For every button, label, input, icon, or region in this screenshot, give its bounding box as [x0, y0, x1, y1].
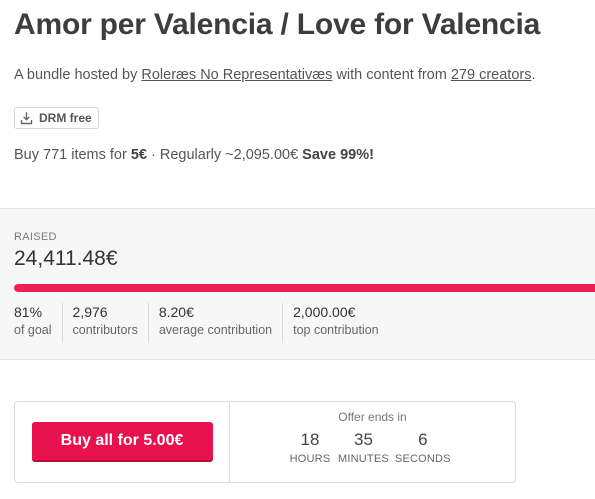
subtitle-prefix: A bundle hosted by	[14, 67, 142, 83]
pricing-line: Buy 771 items for 5€ · Regularly ~2,095.…	[14, 147, 374, 163]
stat-value: 2,000.00€	[293, 304, 356, 320]
creators-link[interactable]: 279 creators	[451, 67, 532, 83]
stat-average: 8.20€ average contribution	[147, 303, 282, 343]
buy-button-container: Buy all for 5.00€	[15, 402, 230, 482]
drm-free-badge: DRM free	[14, 107, 99, 129]
countdown-value: 18	[300, 430, 320, 449]
regular-price: · Regularly ~2,095.00€	[147, 147, 303, 163]
stat-label: top contribution	[293, 323, 379, 337]
countdown-unit: MINUTES	[338, 453, 389, 465]
countdown-seconds: 6 SECONDS	[395, 430, 451, 468]
countdown-hours: 18 HOURS	[288, 430, 332, 468]
stat-label: of goal	[14, 323, 52, 337]
drm-free-label: DRM free	[39, 111, 92, 125]
stat-top: 2,000.00€ top contribution	[282, 303, 388, 343]
bundle-title: Amor per Valencia / Love for Valencia	[14, 8, 541, 41]
progress-bar	[14, 284, 595, 292]
stat-label: contributors	[72, 323, 138, 337]
bundle-subtitle: A bundle hosted by Roleræs No Representa…	[14, 67, 536, 83]
subtitle-suffix: .	[531, 67, 536, 83]
progress-bar-fill	[14, 284, 595, 292]
stat-contributors: 2,976 contributors	[61, 303, 148, 343]
offer-countdown: Offer ends in 18 HOURS 35 MINUTES 6 SECO…	[230, 402, 515, 482]
savings-text: Save 99%!	[302, 147, 374, 163]
stat-value: 81%	[14, 304, 43, 320]
bundle-price: 5€	[130, 147, 147, 163]
countdown-value: 6	[418, 430, 428, 449]
fundraising-panel: RAISED 24,411.48€ 81% of goal 2,976 cont…	[0, 208, 595, 360]
purchase-box: Buy all for 5.00€ Offer ends in 18 HOURS…	[14, 401, 516, 483]
download-icon	[20, 111, 33, 125]
buy-all-button[interactable]: Buy all for 5.00€	[31, 422, 213, 462]
host-link[interactable]: Roleræs No Representativæs	[141, 67, 332, 83]
subtitle-middle: with content from	[332, 67, 451, 83]
offer-ends-label: Offer ends in	[338, 410, 407, 424]
stat-goal: 81% of goal	[14, 303, 62, 343]
raised-amount: 24,411.48€	[14, 247, 118, 270]
stats-row: 81% of goal 2,976 contributors 8.20€ ave…	[14, 303, 389, 343]
raised-label: RAISED	[14, 231, 57, 243]
stat-value: 8.20€	[158, 304, 194, 320]
stat-label: average contribution	[158, 323, 273, 337]
pricing-prefix: Buy 771 items for	[14, 147, 131, 163]
countdown-unit: SECONDS	[394, 453, 451, 465]
countdown-units: 18 HOURS 35 MINUTES 6 SECONDS	[288, 430, 451, 468]
stat-value: 2,976	[72, 304, 108, 320]
countdown-minutes: 35 MINUTES	[338, 430, 389, 468]
countdown-value: 35	[353, 430, 373, 449]
countdown-unit: HOURS	[289, 453, 331, 465]
